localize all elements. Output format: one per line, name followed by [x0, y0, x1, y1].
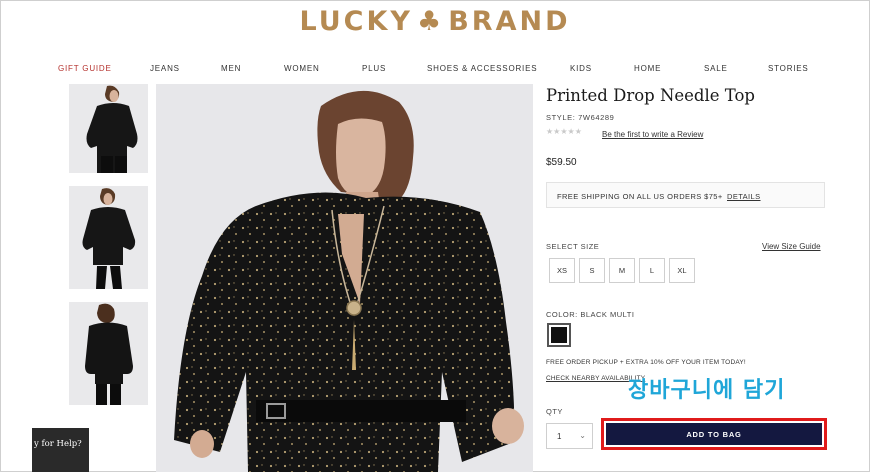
- size-option-xl[interactable]: XL: [669, 258, 695, 283]
- product-thumbnail[interactable]: [69, 84, 148, 173]
- shipping-text: FREE SHIPPING ON ALL US ORDERS $75+: [557, 192, 723, 201]
- quantity-value: 1: [557, 432, 562, 441]
- nav-women[interactable]: WOMEN: [284, 64, 320, 73]
- help-text: y for Help?: [34, 439, 82, 449]
- size-label: SELECT SIZE: [546, 242, 600, 251]
- size-option-l[interactable]: L: [639, 258, 665, 283]
- quantity-label: QTY: [546, 407, 563, 416]
- shipping-banner: FREE SHIPPING ON ALL US ORDERS $75+ DETA…: [546, 182, 825, 208]
- shipping-details-link[interactable]: DETAILS: [727, 192, 761, 201]
- brand-logo[interactable]: LUCKY ♣ BRAND: [0, 6, 870, 37]
- nav-stories[interactable]: STORIES: [768, 64, 809, 73]
- size-guide-link[interactable]: View Size Guide: [762, 242, 821, 251]
- nav-plus[interactable]: PLUS: [362, 64, 386, 73]
- help-chat-widget[interactable]: y for Help?: [32, 428, 89, 472]
- color-swatch-fill: [551, 327, 567, 343]
- product-title: Printed Drop Needle Top: [546, 86, 755, 105]
- size-option-s[interactable]: S: [579, 258, 605, 283]
- brand-logo-right: BRAND: [448, 6, 571, 37]
- pickup-promo: FREE ORDER PICKUP + EXTRA 10% OFF YOUR I…: [546, 359, 746, 366]
- nav-jeans[interactable]: JEANS: [150, 64, 180, 73]
- quantity-select[interactable]: 1 ⌄: [546, 423, 593, 449]
- brand-logo-left: LUCKY: [299, 6, 413, 37]
- size-option-m[interactable]: M: [609, 258, 635, 283]
- add-to-bag-button[interactable]: ADD TO BAG: [606, 423, 822, 445]
- nav-sale[interactable]: SALE: [704, 64, 728, 73]
- chevron-down-icon: ⌄: [579, 431, 586, 440]
- product-main-image[interactable]: [156, 84, 533, 472]
- clover-icon: ♣: [416, 6, 445, 37]
- main-nav: GIFT GUIDE JEANS MEN WOMEN PLUS SHOES & …: [0, 64, 870, 78]
- color-swatch-black-multi[interactable]: [547, 323, 571, 347]
- rating-stars-icon: ★★★★★: [546, 127, 582, 136]
- product-price: $59.50: [546, 157, 577, 168]
- product-style-number: STYLE: 7W64289: [546, 113, 615, 122]
- nav-kids[interactable]: KIDS: [570, 64, 592, 73]
- product-thumbnail[interactable]: [69, 186, 148, 289]
- nav-home[interactable]: HOME: [634, 64, 661, 73]
- add-to-cart-annotation: 장바구니에 담기: [628, 378, 786, 403]
- size-option-xs[interactable]: XS: [549, 258, 575, 283]
- write-review-link[interactable]: Be the first to write a Review: [602, 130, 703, 139]
- product-thumbnail[interactable]: [69, 302, 148, 405]
- nav-shoes-accessories[interactable]: SHOES & ACCESSORIES: [427, 64, 537, 73]
- nav-gift-guide[interactable]: GIFT GUIDE: [58, 64, 112, 73]
- nav-men[interactable]: MEN: [221, 64, 241, 73]
- color-label: COLOR: BLACK MULTI: [546, 310, 635, 319]
